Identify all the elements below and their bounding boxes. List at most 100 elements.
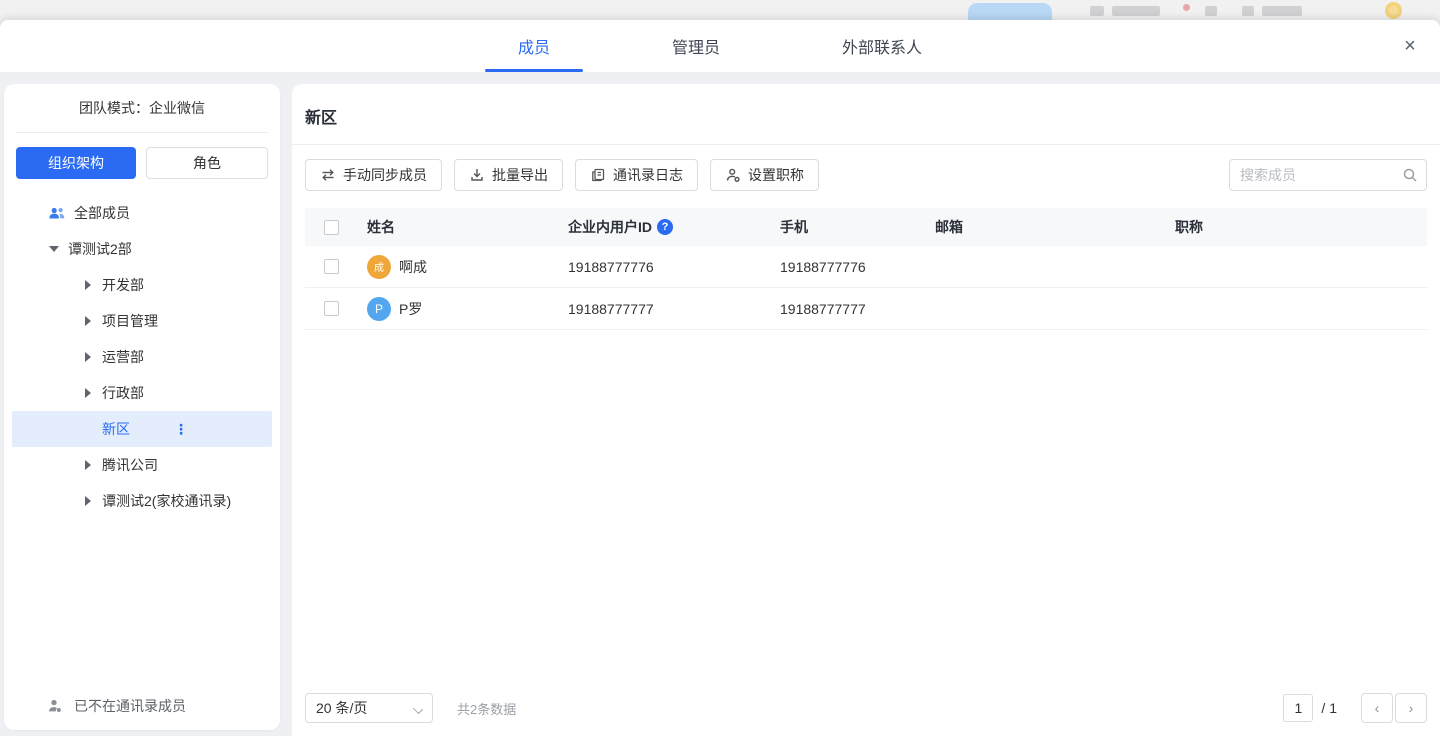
tree-item-dept[interactable]: 运营部 <box>12 339 272 375</box>
log-icon <box>590 167 606 183</box>
batch-export-button[interactable]: 批量导出 <box>454 159 563 191</box>
mode-switch: 组织架构 角色 <box>4 133 280 189</box>
contact-log-button[interactable]: 通讯录日志 <box>575 159 698 191</box>
row-checkbox[interactable] <box>324 259 339 274</box>
background-notification-dot <box>1183 4 1190 11</box>
org-tree: 全部成员 谭测试2部 开发部 项目管理 运营部 行政部 <box>4 189 280 519</box>
member-userid: 19188777777 <box>568 301 780 317</box>
search-icon[interactable] <box>1402 167 1418 186</box>
avatar: P <box>367 297 391 321</box>
tree-item-dept[interactable]: 行政部 <box>12 375 272 411</box>
member-name[interactable]: P罗 <box>399 299 422 319</box>
member-name[interactable]: 啊成 <box>399 257 427 277</box>
former-members-link[interactable]: 已不在通讯录成员 <box>4 682 280 730</box>
background-icon <box>1205 6 1217 16</box>
tree-item-dept[interactable]: 项目管理 <box>12 303 272 339</box>
former-members-label: 已不在通讯录成员 <box>74 696 186 716</box>
tree-item-dept[interactable]: 开发部 <box>12 267 272 303</box>
member-phone: 19188777777 <box>780 301 935 317</box>
tree-item-dept[interactable]: 谭测试2部 <box>12 231 272 267</box>
button-label: 批量导出 <box>492 165 548 185</box>
next-page-button[interactable]: › <box>1395 693 1427 723</box>
table-header-row: 姓名 企业内用户ID ? 手机 邮箱 职称 <box>305 208 1427 246</box>
select-all-checkbox[interactable] <box>324 220 339 235</box>
tree-item-label: 全部成员 <box>74 203 130 223</box>
members-icon <box>48 204 66 222</box>
tree-item-label: 项目管理 <box>102 311 158 331</box>
page-number-input[interactable]: 1 <box>1283 694 1313 722</box>
column-header-phone: 手机 <box>780 217 935 237</box>
modal-header: 成员 管理员 外部联系人 × <box>0 20 1440 72</box>
org-structure-button[interactable]: 组织架构 <box>16 147 136 179</box>
table-row[interactable]: 成 啊成 19188777776 19188777776 <box>305 246 1427 288</box>
caret-right-icon[interactable] <box>82 352 94 362</box>
role-button[interactable]: 角色 <box>146 147 268 179</box>
tree-item-label: 谭测试2(家校通讯录) <box>102 491 231 511</box>
column-header-userid: 企业内用户ID ? <box>568 217 780 237</box>
caret-right-icon[interactable] <box>82 280 94 290</box>
member-phone: 19188777776 <box>780 259 935 275</box>
column-header-label: 企业内用户ID <box>568 217 652 237</box>
button-label: 手动同步成员 <box>343 165 427 185</box>
table-row[interactable]: P P罗 19188777777 19188777777 <box>305 288 1427 330</box>
prev-page-button[interactable]: ‹ <box>1361 693 1393 723</box>
former-member-icon <box>46 697 64 715</box>
close-icon[interactable]: × <box>1398 34 1422 58</box>
tab-admins[interactable]: 管理员 <box>639 20 753 72</box>
caret-right-icon[interactable] <box>82 496 94 506</box>
pagination-bar: 20 条/页 共2条数据 1 / 1 ‹ › <box>292 680 1440 736</box>
tab-bar: 成员 管理员 外部联系人 <box>0 20 1440 72</box>
team-mode-title: 团队模式：企业微信 <box>4 84 280 132</box>
sidebar: 团队模式：企业微信 组织架构 角色 全部成员 谭测试2部 开发部 <box>4 84 280 730</box>
tree-item-label: 行政部 <box>102 383 144 403</box>
caret-right-icon[interactable] <box>82 316 94 326</box>
chevron-down-icon <box>413 704 423 714</box>
search-input[interactable] <box>1229 159 1427 191</box>
background-logo-icon <box>1385 2 1402 19</box>
sync-icon <box>320 167 336 183</box>
main-panel: 新区 手动同步成员 批量导出 通讯录日志 <box>292 84 1440 736</box>
background-page-strip <box>0 0 1440 20</box>
row-checkbox[interactable] <box>324 301 339 316</box>
button-label: 设置职称 <box>748 165 804 185</box>
tree-item-label: 运营部 <box>102 347 144 367</box>
tree-item-dept[interactable]: 谭测试2(家校通讯录) <box>12 483 272 519</box>
caret-right-icon[interactable] <box>82 388 94 398</box>
page-size-value: 20 条/页 <box>316 698 367 718</box>
tree-item-dept[interactable]: 腾讯公司 <box>12 447 272 483</box>
tree-item-dept-selected[interactable]: 新区 ⋮ <box>12 411 272 447</box>
member-userid: 19188777776 <box>568 259 780 275</box>
tab-external-contacts[interactable]: 外部联系人 <box>809 20 955 72</box>
column-header-jobtitle: 职称 <box>1175 217 1427 237</box>
background-icon <box>1090 6 1104 16</box>
page-size-select[interactable]: 20 条/页 <box>305 693 433 723</box>
total-count-text: 共2条数据 <box>457 699 516 718</box>
toolbar: 手动同步成员 批量导出 通讯录日志 设置职称 <box>292 145 1440 191</box>
page-title: 新区 <box>292 84 1440 144</box>
column-header-email: 邮箱 <box>935 217 1175 237</box>
person-settings-icon <box>725 167 741 183</box>
member-search <box>1229 159 1427 191</box>
background-text-shape <box>1262 6 1302 16</box>
column-header-name: 姓名 <box>367 217 568 237</box>
tree-item-label: 新区 <box>102 419 130 439</box>
background-button-shape <box>968 3 1052 20</box>
caret-right-icon[interactable] <box>82 460 94 470</box>
download-icon <box>469 167 485 183</box>
background-text-shape <box>1112 6 1160 16</box>
pager: 1 / 1 ‹ › <box>1283 693 1427 723</box>
tree-item-label: 开发部 <box>102 275 144 295</box>
avatar: 成 <box>367 255 391 279</box>
tab-members[interactable]: 成员 <box>485 20 583 72</box>
manual-sync-button[interactable]: 手动同步成员 <box>305 159 442 191</box>
tree-item-all-members[interactable]: 全部成员 <box>12 195 272 231</box>
set-job-title-button[interactable]: 设置职称 <box>710 159 819 191</box>
more-menu-icon[interactable]: ⋮ <box>174 422 188 436</box>
button-label: 通讯录日志 <box>613 165 683 185</box>
caret-down-icon[interactable] <box>48 246 60 252</box>
members-table: 姓名 企业内用户ID ? 手机 邮箱 职称 成 啊成 19188777776 1… <box>305 208 1427 330</box>
tree-item-label: 腾讯公司 <box>102 455 158 475</box>
total-pages-label: / 1 <box>1321 700 1337 716</box>
tree-item-label: 谭测试2部 <box>68 239 132 259</box>
help-icon[interactable]: ? <box>657 219 673 235</box>
